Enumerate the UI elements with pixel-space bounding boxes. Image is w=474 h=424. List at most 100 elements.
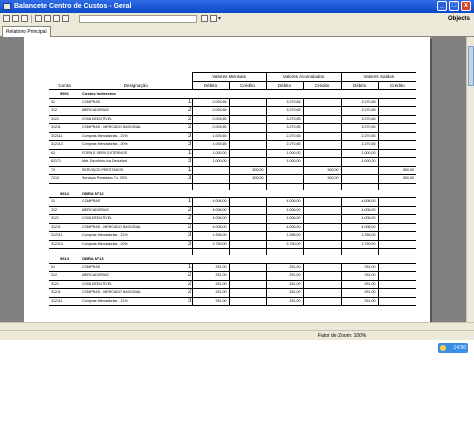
table-row: 3121 C/IVA DEDUTÍVEL 2 251,00 251,00 251,00 bbox=[49, 280, 417, 289]
cell-c2 bbox=[302, 206, 342, 215]
cell-d3: 4.006,00 bbox=[340, 214, 379, 224]
cell-conta: 312113 bbox=[49, 140, 80, 150]
zoom-dropdown-arrow[interactable]: ▾ bbox=[218, 15, 221, 23]
table-row: 312113 Compras Mercadorias - 20% 3 1.005,65… bbox=[49, 140, 417, 150]
cell-c3 bbox=[377, 206, 417, 215]
cell-c3 bbox=[377, 263, 417, 272]
cell-d1: 251,00 bbox=[191, 288, 229, 298]
cell-designacao: MERCADORIAS bbox=[80, 206, 186, 215]
cell-c2 bbox=[302, 231, 342, 241]
cell-designacao: C/IVA DEDUTÍVEL bbox=[80, 214, 186, 224]
maximize-button[interactable]: □ bbox=[449, 1, 459, 11]
table-row: 312 MERCADORIAS 2 4.006,00 4.006,00 4.006,00 bbox=[49, 206, 417, 215]
cell-c2 bbox=[302, 214, 342, 224]
cell-d2: 251,00 bbox=[265, 280, 303, 289]
cell-level: 2 bbox=[186, 271, 192, 281]
section-name: Custos Indirectos bbox=[80, 89, 192, 99]
cell-c1 bbox=[228, 223, 266, 232]
cell-c1 bbox=[228, 240, 266, 249]
table-row: 312111 Compras Mercadorias - 21% 3 1.005,65… bbox=[49, 132, 417, 141]
cell-level: 2 bbox=[186, 223, 192, 232]
cell-conta: 312111 bbox=[49, 231, 80, 241]
cell-d3: 1.000,00 bbox=[340, 149, 379, 158]
cell-d3: 2.270,65 bbox=[340, 132, 379, 141]
app-icon bbox=[3, 3, 11, 10]
cell-d3: 4.006,00 bbox=[340, 206, 379, 215]
cell-d2: 2.270,65 bbox=[265, 140, 303, 150]
cell-d1: 1.000,00 bbox=[191, 149, 229, 158]
section-header: 9913 OBRA Nº13 bbox=[49, 255, 417, 264]
vertical-scrollbar[interactable] bbox=[466, 37, 474, 322]
cell-d3: 251,00 bbox=[340, 280, 379, 289]
cell-c3 bbox=[377, 132, 417, 141]
cell-d3: 251,00 bbox=[340, 263, 379, 272]
export-icon[interactable] bbox=[3, 15, 10, 22]
table-row: 31211 COMPRAS - MERCADO NACIONAL 2 2.005,65… bbox=[49, 123, 417, 133]
scroll-thumb[interactable] bbox=[468, 46, 474, 86]
cell-conta: 7213 bbox=[49, 174, 80, 184]
cell-designacao: Compras Mercadorias - 21% bbox=[80, 231, 186, 241]
cell-conta: 31 bbox=[49, 263, 80, 272]
tab-relatorio-principal[interactable]: Relatório Principal bbox=[2, 26, 51, 37]
table-row: 312 MERCADORIAS 2 2.005,65 3.270,65 3.270,65 bbox=[49, 106, 417, 116]
cell-d1: 2.005,65 bbox=[191, 115, 229, 124]
cell-designacao: MERCADORIAS bbox=[80, 271, 186, 281]
cell-c1 bbox=[228, 197, 266, 207]
next-page-icon[interactable] bbox=[53, 15, 60, 22]
cell-d3: 2.750,00 bbox=[340, 240, 379, 249]
cell-c3 bbox=[377, 115, 417, 124]
cell-c2 bbox=[302, 240, 342, 249]
header-debito-saldos: Débito bbox=[340, 81, 379, 90]
cell-c1 bbox=[228, 288, 266, 298]
cell-c2 bbox=[302, 157, 342, 167]
cell-d3: 3.270,65 bbox=[340, 106, 379, 116]
last-page-icon[interactable] bbox=[62, 15, 69, 22]
cell-c3 bbox=[377, 280, 417, 289]
cell-designacao: SERVIÇOS PRESTADOS bbox=[80, 166, 186, 175]
cell-conta: 62171 bbox=[49, 157, 80, 167]
refresh-icon[interactable] bbox=[21, 15, 28, 22]
cell-d1: 1.000,00 bbox=[191, 157, 229, 167]
page-input[interactable] bbox=[79, 15, 197, 23]
cell-d1: 2.005,65 bbox=[191, 98, 229, 107]
cell-d1: 251,00 bbox=[191, 271, 229, 281]
minimize-button[interactable]: _ bbox=[437, 1, 447, 11]
system-tray[interactable]: 14:50 bbox=[438, 343, 468, 353]
cell-d1: 2.750,00 bbox=[191, 240, 229, 249]
print-icon[interactable] bbox=[12, 15, 19, 22]
close-button[interactable]: x bbox=[461, 1, 471, 11]
cell-c2 bbox=[302, 297, 342, 306]
desktop-area: 14:50 bbox=[0, 340, 474, 424]
cell-c3 bbox=[377, 297, 417, 306]
cell-c3: 500,00 bbox=[377, 174, 417, 184]
cell-conta: 31 bbox=[49, 197, 80, 207]
zoom-icon[interactable] bbox=[210, 15, 217, 22]
search-icon[interactable] bbox=[201, 15, 208, 22]
cell-conta: 3121 bbox=[49, 280, 80, 289]
cell-designacao: Compras Mercadorias - 20% bbox=[80, 140, 186, 150]
section-name: OBRA Nº13 bbox=[80, 255, 192, 264]
cell-level: 2 bbox=[186, 280, 192, 289]
cell-d2: 1.256,00 bbox=[265, 231, 303, 241]
cell-c1 bbox=[228, 214, 266, 224]
cell-d2: 4.006,00 bbox=[265, 206, 303, 215]
cell-d1: 4.006,00 bbox=[191, 223, 229, 232]
section-code: 9912 bbox=[49, 189, 80, 198]
table-row: 7213 Serviços Prestados Tx. 20% 3 500,00 500… bbox=[49, 174, 417, 184]
cell-d2: 3.270,65 bbox=[265, 106, 303, 116]
cell-c2: 500,00 bbox=[302, 166, 342, 175]
cell-designacao: FORN E SERV EXTERNOS bbox=[80, 149, 186, 158]
header-designacao: Designação bbox=[80, 81, 192, 90]
cell-conta: 3121 bbox=[49, 214, 80, 224]
section-header: 9912 OBRA Nº12 bbox=[49, 189, 417, 198]
cell-level: 1 bbox=[186, 263, 192, 272]
cell-designacao: COMPRAS bbox=[80, 263, 186, 272]
cell-c1 bbox=[228, 132, 266, 141]
previous-page-icon[interactable] bbox=[44, 15, 51, 22]
cell-c1 bbox=[228, 115, 266, 124]
first-page-icon[interactable] bbox=[35, 15, 42, 22]
objects-label[interactable]: Objects bbox=[448, 13, 470, 25]
cell-designacao: Serviços Prestados Tx. 20% bbox=[80, 174, 186, 184]
table-row: 312111 Compras Mercadorias - 21% 3 1.256,00… bbox=[49, 231, 417, 241]
cell-d3: 251,00 bbox=[340, 288, 379, 298]
